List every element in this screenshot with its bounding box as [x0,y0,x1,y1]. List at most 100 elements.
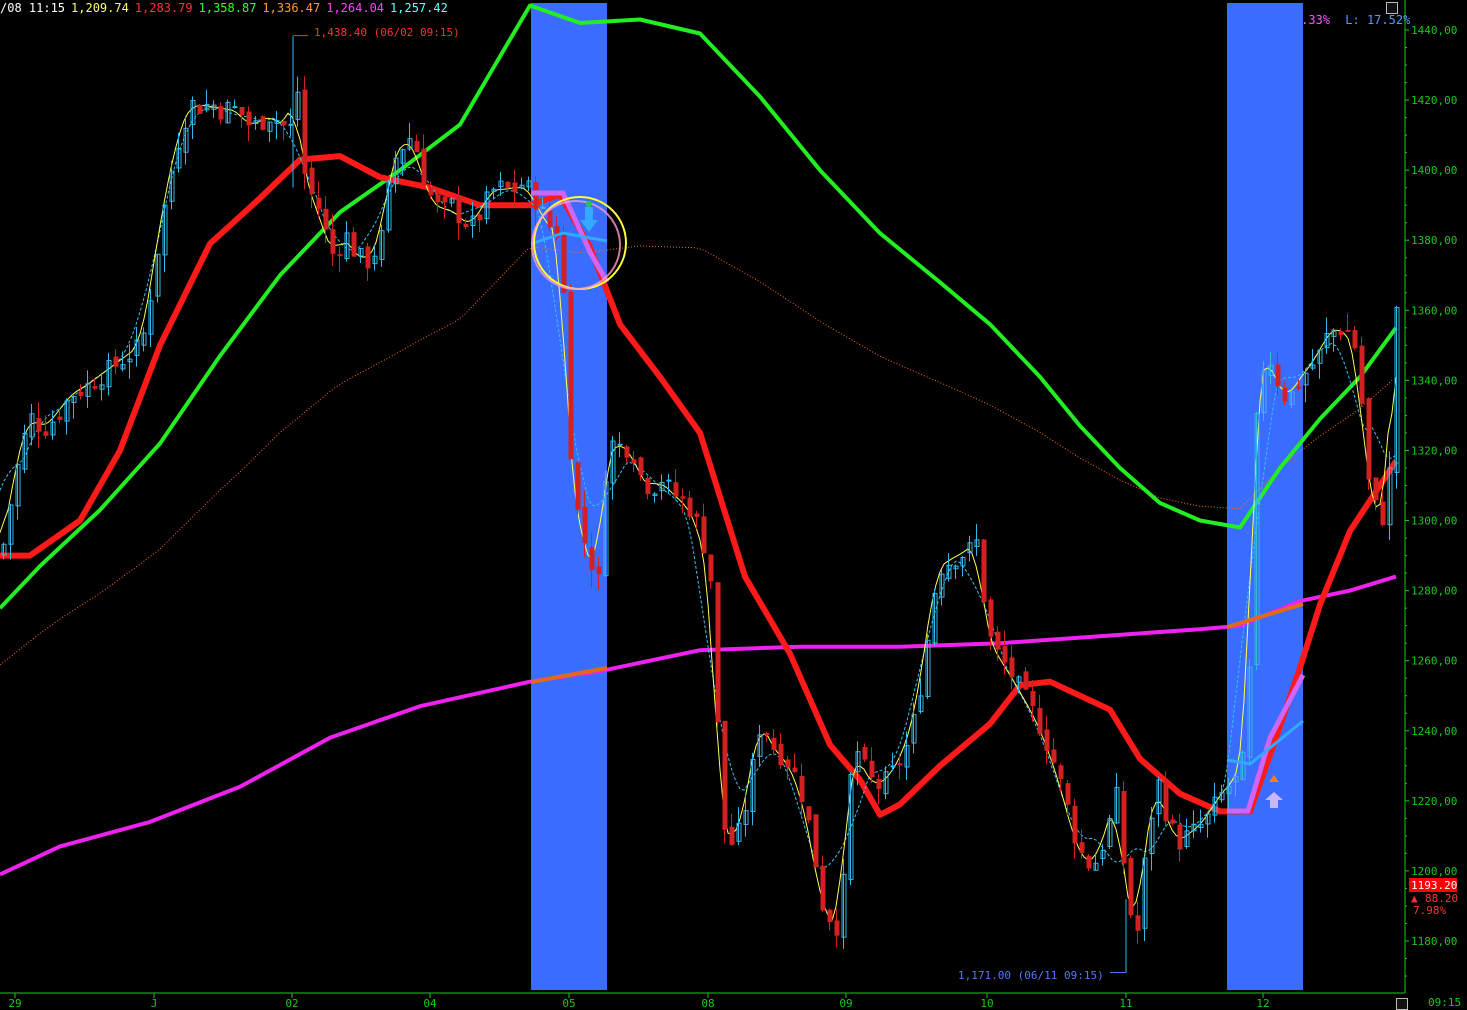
candle-body [323,208,329,230]
candle-body [722,720,728,830]
candle-body [666,479,672,482]
candle-layer [1,76,1400,949]
candle-body [596,566,602,575]
x-tick-label: 11 [1119,997,1132,1010]
y-tick-label: 1380,00 [1411,234,1457,247]
candle-body [57,416,63,420]
ma-red [0,153,1399,818]
candle-body [1170,819,1176,824]
candle-body [673,482,679,497]
moving-average-layer [0,3,1399,923]
x-tick-label: 05 [562,997,575,1010]
candle-body [1023,671,1029,690]
candle-body [1121,790,1127,864]
candle-body [631,459,637,464]
candle-body [463,223,469,228]
candle-body [799,776,805,803]
y-tick-label: 1420,00 [1411,94,1457,107]
candle-body [820,865,826,911]
y-tick-label: 1240,00 [1411,725,1457,738]
candle-body [1009,657,1015,678]
candle-body [533,181,539,210]
candle-body [1086,855,1092,869]
candle-body [1128,857,1134,916]
candle-body [1345,329,1351,332]
candle-body [421,148,427,186]
candle-body [890,765,896,768]
candle-body [694,513,700,517]
y-tick-label: 1320,00 [1411,444,1457,457]
price-chart[interactable]: 1440,00 1420,00 1400,00 1380,00 1360,00 1340,… [0,0,1467,1010]
candle-body [729,826,735,845]
candle-body [764,733,770,736]
candle-body [792,767,798,772]
highlight-band-1 [1227,3,1303,990]
candle-body [428,186,434,196]
candle-body [827,909,833,923]
candle-body [512,182,518,193]
x-tick-label: 29 [8,997,21,1010]
candle-body [477,214,483,221]
candle-body [316,197,322,209]
candle-body [715,582,721,723]
candle-body [540,206,546,209]
candle-body [1135,915,1141,931]
candle-body [701,516,707,554]
candle-body [197,104,203,114]
candle-body [351,232,357,257]
candle-body [547,210,553,228]
candle-body [862,747,868,760]
candle-body [680,496,686,499]
candle-body [1275,364,1281,387]
y-tick-label: 1260,00 [1411,655,1457,668]
x-tick-label: 04 [423,997,437,1010]
candle-body [624,446,630,458]
y-tick-label: 1200,00 [1411,865,1457,878]
candle-body [568,291,574,460]
candle-body [1163,781,1169,822]
candle-body [561,234,567,293]
candle-body [1296,386,1302,389]
candle-body [1282,388,1288,402]
candle-body [232,106,238,109]
last-price-box: 1193.20 ▲ 88.20 7.98% [1409,878,1458,917]
candle-body [1065,783,1071,805]
candle-body [1002,646,1008,663]
y-tick-label: 1180,00 [1411,935,1457,948]
candle-body [995,631,1001,650]
high-annotation: 1,438.40 (06/02 09:15) [314,26,460,39]
candle-body [1373,477,1379,501]
candle-body [575,462,581,510]
candle-body [113,356,119,367]
candle-body [834,920,840,936]
candle-body [806,806,812,821]
candle-body [456,195,462,224]
candle-body [337,254,343,257]
candle-body [785,759,791,768]
x-tick-label: 02 [285,997,298,1010]
candle-body [582,506,588,544]
candle-body [1366,398,1372,480]
ma-green [0,3,1398,610]
candle-body [988,599,994,637]
candle-body [617,443,623,446]
y-tick-label: 1400,00 [1411,164,1457,177]
candle-body [771,737,777,750]
candle-body [414,141,420,153]
y-tick-label: 1440,00 [1411,24,1457,37]
candle-body [78,391,84,396]
time-label: 09:15 [1428,996,1461,1009]
candle-body [435,194,441,203]
last-price-pct: 7.98% [1413,904,1446,917]
candle-body [638,457,644,476]
candle-body [36,418,42,432]
y-tick-label: 1280,00 [1411,585,1457,598]
candle-body [302,89,308,174]
candle-body [869,760,875,778]
y-tick-label: 1300,00 [1411,515,1457,528]
candle-body [897,763,903,766]
candle-body [1072,805,1078,844]
candle-body [1352,330,1358,349]
y-tick-label: 1360,00 [1411,304,1457,317]
x-tick-label: 12 [1256,997,1269,1010]
